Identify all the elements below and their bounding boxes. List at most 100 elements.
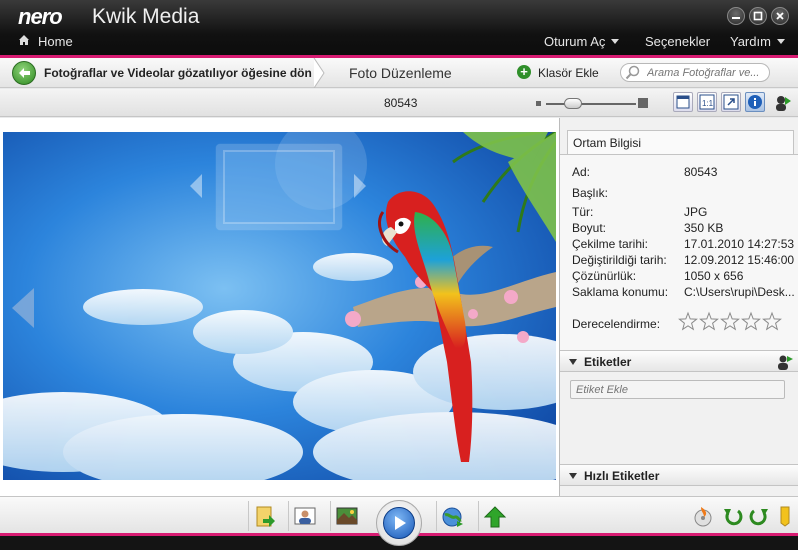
rating-label: Derecelendirme: bbox=[572, 317, 661, 331]
field-value: 1050 x 656 bbox=[684, 269, 744, 283]
field-value: C:\Users\rupi\Desk... bbox=[684, 285, 795, 299]
web-share-button[interactable] bbox=[436, 501, 466, 531]
upload-icon bbox=[483, 506, 507, 528]
tag-person-icon[interactable] bbox=[776, 353, 794, 371]
chevron-down-icon bbox=[611, 39, 620, 44]
field-value: 12.09.2012 15:46:00 bbox=[684, 253, 795, 267]
fit-window-icon bbox=[676, 95, 690, 109]
chevron-down-icon bbox=[776, 39, 785, 44]
tags-header-label: Etiketler bbox=[584, 355, 632, 369]
web-share-icon bbox=[442, 507, 463, 527]
field-label: Değiştirildiği tarih: bbox=[572, 253, 667, 267]
tags-section-header[interactable]: Etiketler bbox=[560, 350, 798, 372]
viewer-toolbar: 80543 1:1 bbox=[0, 89, 798, 117]
previous-image-arrow[interactable] bbox=[8, 286, 36, 330]
slideshow-play-ring bbox=[376, 500, 422, 546]
thumb-prev-icon[interactable] bbox=[190, 174, 202, 198]
file-name: 80543 bbox=[384, 96, 418, 110]
info-icon bbox=[748, 95, 762, 109]
search-box[interactable] bbox=[620, 63, 770, 82]
field-value: 350 KB bbox=[684, 221, 724, 235]
play-button[interactable] bbox=[383, 507, 415, 539]
zoom-handle[interactable] bbox=[564, 98, 582, 109]
import-button[interactable] bbox=[248, 501, 278, 531]
actual-size-button[interactable]: 1:1 bbox=[697, 92, 717, 112]
field-label: Saklama konumu: bbox=[572, 285, 669, 299]
rotate-left-icon[interactable] bbox=[722, 505, 744, 527]
star-icon[interactable] bbox=[762, 311, 782, 331]
breadcrumb-current: Foto Düzenleme bbox=[349, 65, 452, 81]
zoom-in-icon[interactable] bbox=[638, 98, 648, 108]
fullscreen-button[interactable] bbox=[721, 92, 741, 112]
add-folder-button[interactable]: Klasör Ekle bbox=[538, 66, 599, 80]
quick-tags-header-label: Hızlı Etiketler bbox=[584, 469, 660, 483]
field-label: Başlık: bbox=[572, 186, 609, 200]
photo-edit-icon bbox=[336, 507, 358, 525]
collapse-icon bbox=[569, 473, 577, 479]
search-input[interactable] bbox=[647, 65, 765, 80]
tag-icon[interactable] bbox=[774, 505, 796, 527]
star-icon[interactable] bbox=[720, 311, 740, 331]
upload-button[interactable] bbox=[478, 501, 508, 531]
field-label: Tür: bbox=[572, 205, 594, 219]
photo-edit-button[interactable] bbox=[330, 501, 360, 531]
star-icon[interactable] bbox=[699, 311, 719, 331]
navigation-bar: Fotoğraflar ve Videolar gözatılıyor öğes… bbox=[0, 58, 798, 88]
quick-tags-section-header[interactable]: Hızlı Etiketler bbox=[560, 464, 798, 486]
field-label: Çözünürlük: bbox=[572, 269, 637, 283]
add-icon[interactable]: + bbox=[517, 65, 531, 79]
close-icon bbox=[776, 12, 784, 20]
people-button[interactable] bbox=[288, 501, 318, 531]
zoom-slider[interactable] bbox=[534, 95, 650, 111]
home-link[interactable]: Home bbox=[38, 34, 73, 49]
menu-help[interactable]: Yardım bbox=[730, 34, 785, 49]
back-button[interactable] bbox=[12, 61, 36, 85]
home-icon[interactable] bbox=[18, 34, 30, 46]
menu-options-label: Seçenekler bbox=[645, 34, 711, 49]
thumb-next-icon[interactable] bbox=[354, 174, 366, 198]
play-icon bbox=[395, 516, 406, 530]
maximize-button[interactable] bbox=[749, 7, 767, 25]
info-button[interactable] bbox=[745, 92, 765, 112]
app-title: Kwik Media bbox=[92, 5, 200, 28]
field-value: 80543 bbox=[684, 165, 718, 179]
field-label: Çekilme tarihi: bbox=[572, 237, 649, 251]
import-icon bbox=[256, 506, 275, 527]
tag-input-box[interactable] bbox=[570, 380, 785, 399]
menu-options[interactable]: Seçenekler bbox=[645, 34, 710, 49]
back-arrow-icon bbox=[19, 68, 30, 78]
star-icon[interactable] bbox=[678, 311, 698, 331]
burn-icon[interactable] bbox=[692, 505, 714, 527]
tab-media-info[interactable]: Ortam Bilgisi bbox=[567, 130, 794, 154]
thumbnail-navigator[interactable] bbox=[186, 142, 370, 242]
title-bar: nero Kwik Media Home Oturum Aç Seçenekle… bbox=[0, 0, 798, 57]
media-info-body: Ad: 80543 Başlık: Tür: JPG Boyut: 350 KB… bbox=[560, 154, 798, 350]
field-label: Boyut: bbox=[572, 221, 607, 235]
field-value: JPG bbox=[684, 205, 708, 219]
tag-input[interactable] bbox=[571, 381, 784, 398]
close-button[interactable] bbox=[771, 7, 789, 25]
back-link[interactable]: Fotoğraflar ve Videolar gözatılıyor öğes… bbox=[44, 66, 312, 80]
breadcrumb-separator bbox=[313, 58, 325, 88]
share-icon[interactable] bbox=[773, 93, 793, 113]
menu-login-label: Oturum Aç bbox=[544, 34, 606, 49]
field-value: 17.01.2010 14:27:53 bbox=[684, 237, 795, 251]
rating-stars[interactable] bbox=[678, 311, 788, 333]
image-viewer bbox=[0, 118, 560, 496]
zoom-track[interactable] bbox=[546, 103, 636, 105]
star-icon[interactable] bbox=[741, 311, 761, 331]
field-label: Ad: bbox=[572, 165, 591, 179]
menu-login[interactable]: Oturum Aç bbox=[544, 34, 620, 49]
rotate-right-icon[interactable] bbox=[748, 505, 770, 527]
actual-size-icon: 1:1 bbox=[699, 94, 715, 110]
tab-media-info-label: Ortam Bilgisi bbox=[573, 136, 642, 150]
maximize-icon bbox=[753, 11, 763, 21]
nero-kwik-media-window: nero Kwik Media Home Oturum Aç Seçenekle… bbox=[0, 0, 798, 550]
fullscreen-icon bbox=[723, 94, 739, 110]
fit-window-button[interactable] bbox=[673, 92, 693, 112]
info-panel: Ortam Bilgisi Ad: 80543 Başlık: Tür: JPG… bbox=[560, 118, 798, 496]
search-icon bbox=[625, 65, 640, 80]
minimize-button[interactable] bbox=[727, 7, 745, 25]
menu-help-label: Yardım bbox=[730, 34, 771, 49]
zoom-out-icon[interactable] bbox=[536, 101, 541, 106]
